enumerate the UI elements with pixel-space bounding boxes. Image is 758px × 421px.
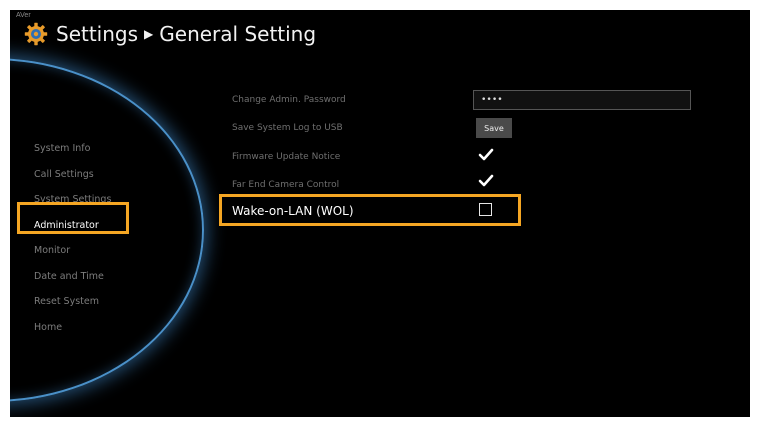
save-log-label: Save System Log to USB (232, 123, 343, 133)
admin-password-field[interactable]: •••• (473, 90, 691, 110)
sidebar-item-monitor[interactable]: Monitor (34, 238, 111, 264)
far-end-camera-checkmark-icon[interactable] (478, 174, 494, 188)
title-general-setting: General Setting (159, 22, 317, 46)
far-end-camera-label: Far End Camera Control (232, 180, 340, 190)
change-password-label: Change Admin. Password (232, 95, 346, 105)
tv-screen: AVer Settings ▶ General Setting System I… (10, 10, 750, 417)
firmware-notice-label: Firmware Update Notice (232, 152, 341, 162)
sidebar-item-reset-system[interactable]: Reset System (34, 289, 111, 315)
breadcrumb-arrow-icon: ▶ (144, 27, 154, 41)
sidebar-item-home[interactable]: Home (34, 315, 111, 341)
firmware-notice-checkmark-icon[interactable] (478, 148, 494, 162)
sidebar-item-system-info[interactable]: System Info (34, 136, 111, 162)
sidebar-item-call-settings[interactable]: Call Settings (34, 162, 111, 188)
page-title: Settings ▶ General Setting (24, 22, 316, 46)
title-settings: Settings (56, 22, 139, 46)
gear-icon (24, 22, 48, 46)
sidebar-menu: System Info Call Settings System Setting… (34, 136, 111, 340)
wol-highlight-box (219, 194, 521, 226)
save-log-button[interactable]: Save (476, 118, 512, 138)
sidebar-item-date-and-time[interactable]: Date and Time (34, 264, 111, 290)
brand-logo: AVer (16, 12, 31, 19)
administrator-highlight-box (17, 202, 129, 234)
